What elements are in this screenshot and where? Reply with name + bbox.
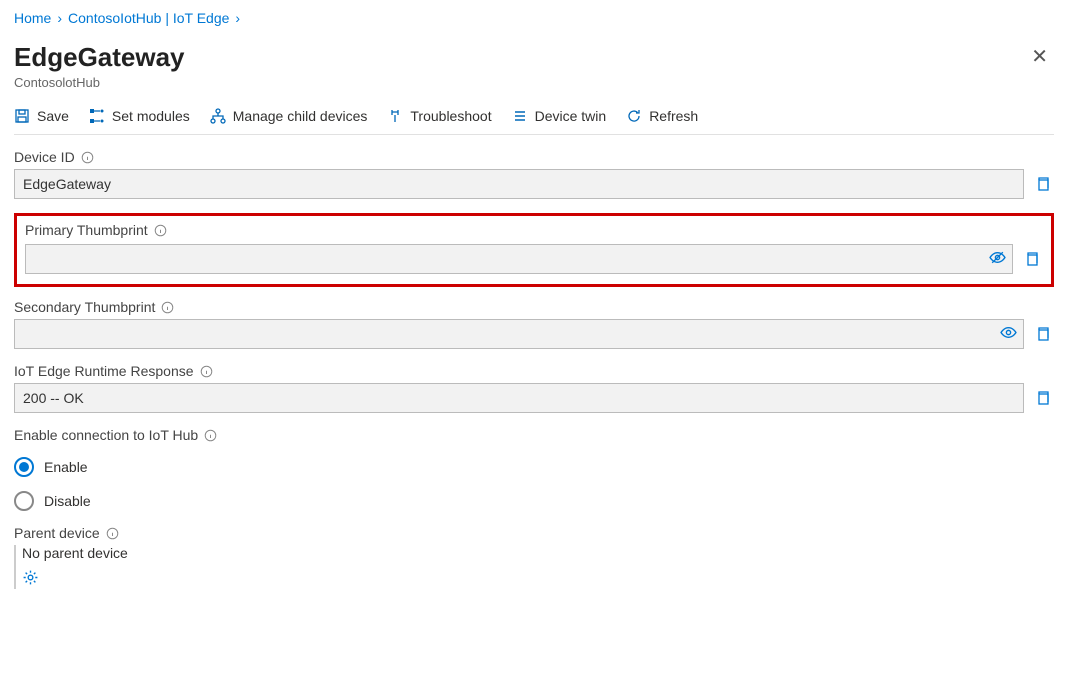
parent-device-value: No parent device	[22, 545, 1054, 561]
parent-device-label: Parent device	[14, 525, 100, 541]
troubleshoot-label: Troubleshoot	[410, 108, 491, 124]
save-icon	[14, 108, 30, 124]
page-title: EdgeGateway	[14, 42, 185, 73]
info-icon[interactable]	[161, 301, 174, 314]
info-icon[interactable]	[200, 365, 213, 378]
info-icon[interactable]	[154, 224, 167, 237]
troubleshoot-icon	[387, 108, 403, 124]
radio-disable-label: Disable	[44, 493, 91, 509]
divider	[14, 134, 1054, 135]
device-twin-label: Device twin	[535, 108, 607, 124]
runtime-response-input[interactable]: 200 -- OK	[14, 383, 1024, 413]
chevron-right-icon: ›	[235, 10, 240, 26]
breadcrumb: Home › ContosoIotHub | IoT Edge ›	[14, 10, 1054, 26]
copy-secondary-thumb-button[interactable]	[1032, 326, 1054, 342]
breadcrumb-hub[interactable]: ContosoIotHub | IoT Edge	[68, 10, 229, 26]
refresh-label: Refresh	[649, 108, 698, 124]
copy-icon	[1035, 176, 1051, 192]
manage-child-label: Manage child devices	[233, 108, 368, 124]
device-id-value: EdgeGateway	[23, 176, 111, 192]
radio-enable[interactable]	[14, 457, 34, 477]
show-primary-thumb-button[interactable]	[989, 249, 1006, 269]
hierarchy-icon	[210, 108, 226, 124]
primary-thumb-label: Primary Thumbprint	[25, 222, 148, 238]
primary-thumb-input[interactable]	[25, 244, 1013, 274]
toolbar: Save Set modules Manage child devices Tr…	[14, 104, 1054, 134]
radio-disable[interactable]	[14, 491, 34, 511]
chevron-right-icon: ›	[57, 10, 62, 26]
connection-label: Enable connection to IoT Hub	[14, 427, 198, 443]
device-id-input[interactable]: EdgeGateway	[14, 169, 1024, 199]
copy-icon	[1024, 251, 1040, 267]
runtime-response-value: 200 -- OK	[23, 390, 84, 406]
primary-thumbprint-highlight: Primary Thumbprint	[14, 213, 1054, 287]
close-icon[interactable]: ✕	[1031, 34, 1054, 69]
eye-icon	[1000, 324, 1017, 341]
runtime-response-label: IoT Edge Runtime Response	[14, 363, 194, 379]
device-twin-button[interactable]: Device twin	[512, 108, 607, 124]
secondary-thumb-input[interactable]	[14, 319, 1024, 349]
page-subtitle: ContosolotHub	[14, 75, 185, 90]
refresh-icon	[626, 108, 642, 124]
copy-runtime-response-button[interactable]	[1032, 390, 1054, 406]
manage-child-button[interactable]: Manage child devices	[210, 108, 368, 124]
info-icon[interactable]	[81, 151, 94, 164]
parent-device-settings-button[interactable]	[22, 569, 1054, 589]
secondary-thumb-label: Secondary Thumbprint	[14, 299, 155, 315]
copy-icon	[1035, 326, 1051, 342]
copy-device-id-button[interactable]	[1032, 176, 1054, 192]
device-id-label: Device ID	[14, 149, 75, 165]
eye-icon	[989, 249, 1006, 266]
set-modules-label: Set modules	[112, 108, 190, 124]
list-icon	[512, 108, 528, 124]
set-modules-button[interactable]: Set modules	[89, 108, 190, 124]
breadcrumb-home[interactable]: Home	[14, 10, 51, 26]
copy-primary-thumb-button[interactable]	[1021, 251, 1043, 267]
info-icon[interactable]	[106, 527, 119, 540]
modules-icon	[89, 108, 105, 124]
refresh-button[interactable]: Refresh	[626, 108, 698, 124]
troubleshoot-button[interactable]: Troubleshoot	[387, 108, 491, 124]
gear-icon	[22, 569, 39, 586]
save-label: Save	[37, 108, 69, 124]
show-secondary-thumb-button[interactable]	[1000, 324, 1017, 344]
info-icon[interactable]	[204, 429, 217, 442]
radio-enable-label: Enable	[44, 459, 88, 475]
save-button[interactable]: Save	[14, 108, 69, 124]
copy-icon	[1035, 390, 1051, 406]
